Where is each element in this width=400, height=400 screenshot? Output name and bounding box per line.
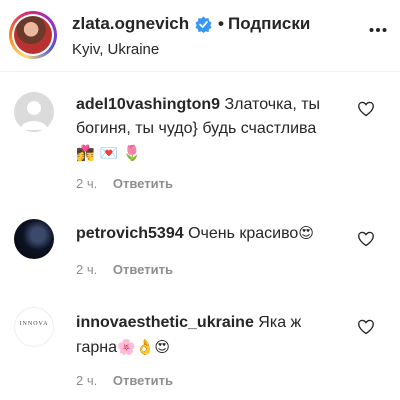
commenter-avatar[interactable] xyxy=(14,92,54,132)
like-heart-icon[interactable] xyxy=(357,101,375,117)
comment-emojis: 😍 xyxy=(298,224,314,242)
like-heart-icon[interactable] xyxy=(357,319,375,335)
comment-emojis: 🌸👌😍 xyxy=(117,338,171,356)
author-avatar[interactable] xyxy=(9,11,57,59)
post-location[interactable]: Kyiv, Ukraine xyxy=(72,41,159,58)
post-header: zlata.ognevich • Подписки Kyiv, Ukraine xyxy=(0,0,400,72)
commenter-avatar[interactable] xyxy=(14,219,54,259)
reply-button[interactable]: Ответить xyxy=(113,373,173,388)
comment-body: petrovich5394 Очень красиво😍 xyxy=(76,221,341,246)
following-button[interactable]: Подписки xyxy=(228,14,310,34)
default-user-icon xyxy=(20,101,48,130)
comment-time: 2 ч. xyxy=(76,262,98,277)
commenter-avatar[interactable]: INNOVA xyxy=(14,307,54,347)
comment-item: adel10vashington9 Златочка, ты богиня, т… xyxy=(0,85,400,200)
comment-body: innovaesthetic_ukraine Яка ж гарна🌸👌😍 xyxy=(76,311,341,360)
comment-body: adel10vashington9 Златочка, ты богиня, т… xyxy=(76,93,341,166)
verified-badge-icon xyxy=(195,16,212,33)
comment-time: 2 ч. xyxy=(76,373,98,388)
like-heart-icon[interactable] xyxy=(357,231,375,247)
commenter-username[interactable]: adel10vashington9 xyxy=(76,96,220,113)
comment-meta: 2 ч. Ответить xyxy=(76,373,173,388)
comment-emojis: 👩‍❤️‍💋‍👨 💌 🌷 xyxy=(76,144,142,162)
commenter-username[interactable]: petrovich5394 xyxy=(76,225,184,242)
more-options-icon[interactable] xyxy=(369,26,387,34)
comment-item: petrovich5394 Очень красиво😍 2 ч. Ответи… xyxy=(0,213,400,288)
comment-meta: 2 ч. Ответить xyxy=(76,176,173,191)
commenter-username[interactable]: innovaesthetic_ukraine xyxy=(76,314,254,331)
comment-time: 2 ч. xyxy=(76,176,98,191)
reply-button[interactable]: Ответить xyxy=(113,262,173,277)
author-username[interactable]: zlata.ognevich xyxy=(72,14,189,34)
innova-logo-text: INNOVA xyxy=(19,321,49,327)
reply-button[interactable]: Ответить xyxy=(113,176,173,191)
comment-text: Очень красиво xyxy=(188,225,299,242)
comment-meta: 2 ч. Ответить xyxy=(76,262,173,277)
comment-item: INNOVA innovaesthetic_ukraine Яка ж гарн… xyxy=(0,303,400,400)
separator-dot: • xyxy=(218,14,224,33)
